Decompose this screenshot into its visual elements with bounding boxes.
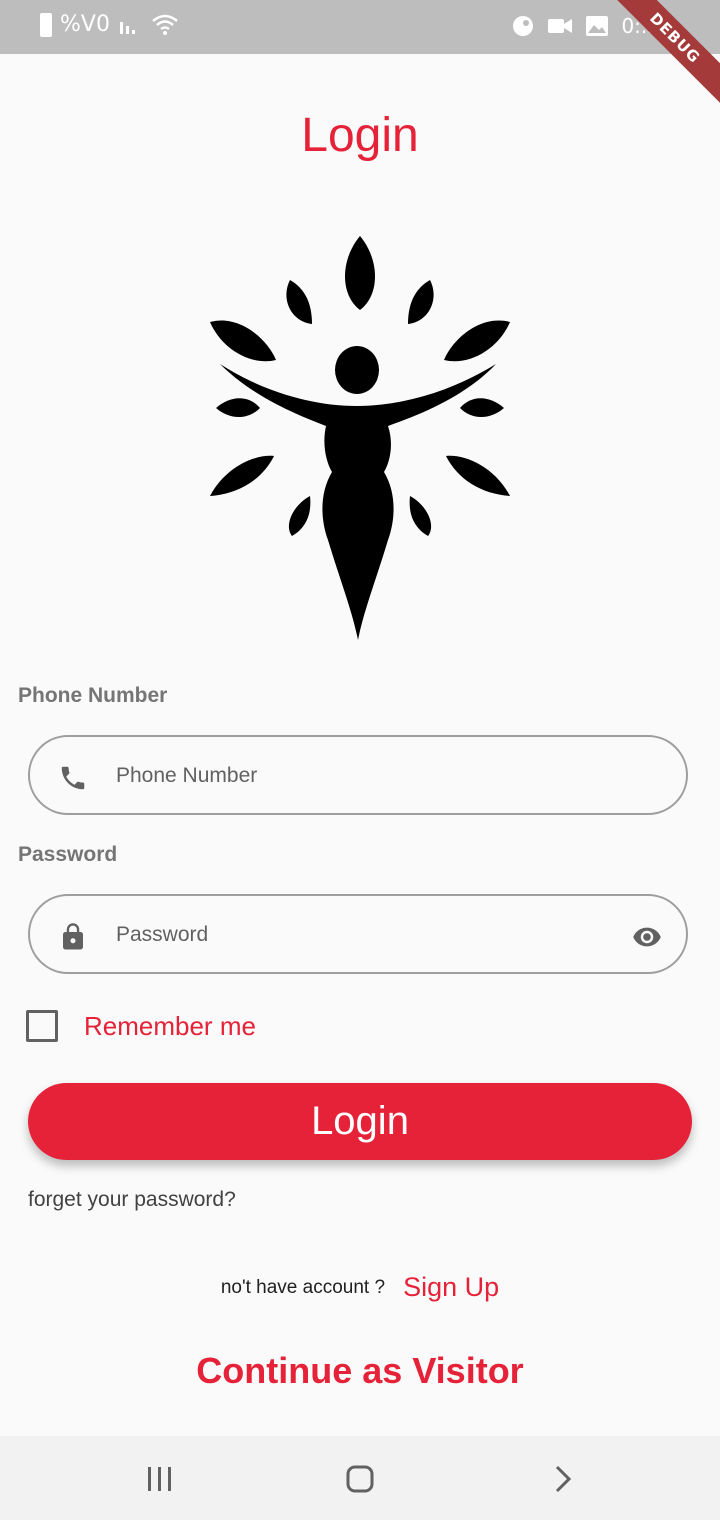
home-icon[interactable] bbox=[345, 1464, 375, 1494]
lock-icon bbox=[63, 923, 83, 950]
signup-link[interactable]: Sign Up bbox=[403, 1272, 499, 1303]
eye-icon[interactable] bbox=[632, 922, 662, 952]
forgot-password-link[interactable]: forget your password? bbox=[28, 1188, 236, 1212]
password-label: Password bbox=[18, 843, 118, 866]
phone-field[interactable] bbox=[28, 735, 688, 815]
status-bar: %V0 0:... bbox=[0, 0, 720, 54]
wifi-icon bbox=[152, 14, 178, 35]
video-icon bbox=[548, 19, 573, 33]
continue-as-visitor-link[interactable]: Continue as Visitor bbox=[0, 1350, 720, 1392]
logo-icon bbox=[210, 236, 510, 640]
phone-input[interactable] bbox=[114, 737, 618, 815]
password-field[interactable] bbox=[28, 894, 688, 974]
battery-icon bbox=[40, 12, 52, 37]
signup-row: no't have account ? Sign Up bbox=[0, 1272, 720, 1303]
login-button[interactable]: Login bbox=[28, 1083, 692, 1160]
remember-me-row[interactable]: Remember me bbox=[26, 1010, 256, 1042]
phone-label: Phone Number bbox=[18, 684, 168, 707]
page-title: Login bbox=[301, 109, 419, 162]
status-left-text: %V0 bbox=[60, 12, 110, 37]
remember-me-checkbox[interactable] bbox=[26, 1010, 58, 1042]
no-account-text: no't have account ? bbox=[220, 1276, 386, 1298]
remember-me-label[interactable]: Remember me bbox=[84, 1011, 256, 1042]
image-icon bbox=[586, 16, 609, 36]
system-nav-bar bbox=[0, 1436, 720, 1520]
recent-apps-icon[interactable] bbox=[145, 1464, 175, 1494]
back-icon[interactable] bbox=[548, 1464, 578, 1494]
steam-icon bbox=[513, 16, 534, 36]
signal-icon bbox=[119, 21, 135, 34]
password-input[interactable] bbox=[114, 896, 618, 974]
status-left: %V0 bbox=[40, 12, 180, 37]
phone-icon bbox=[61, 766, 85, 790]
